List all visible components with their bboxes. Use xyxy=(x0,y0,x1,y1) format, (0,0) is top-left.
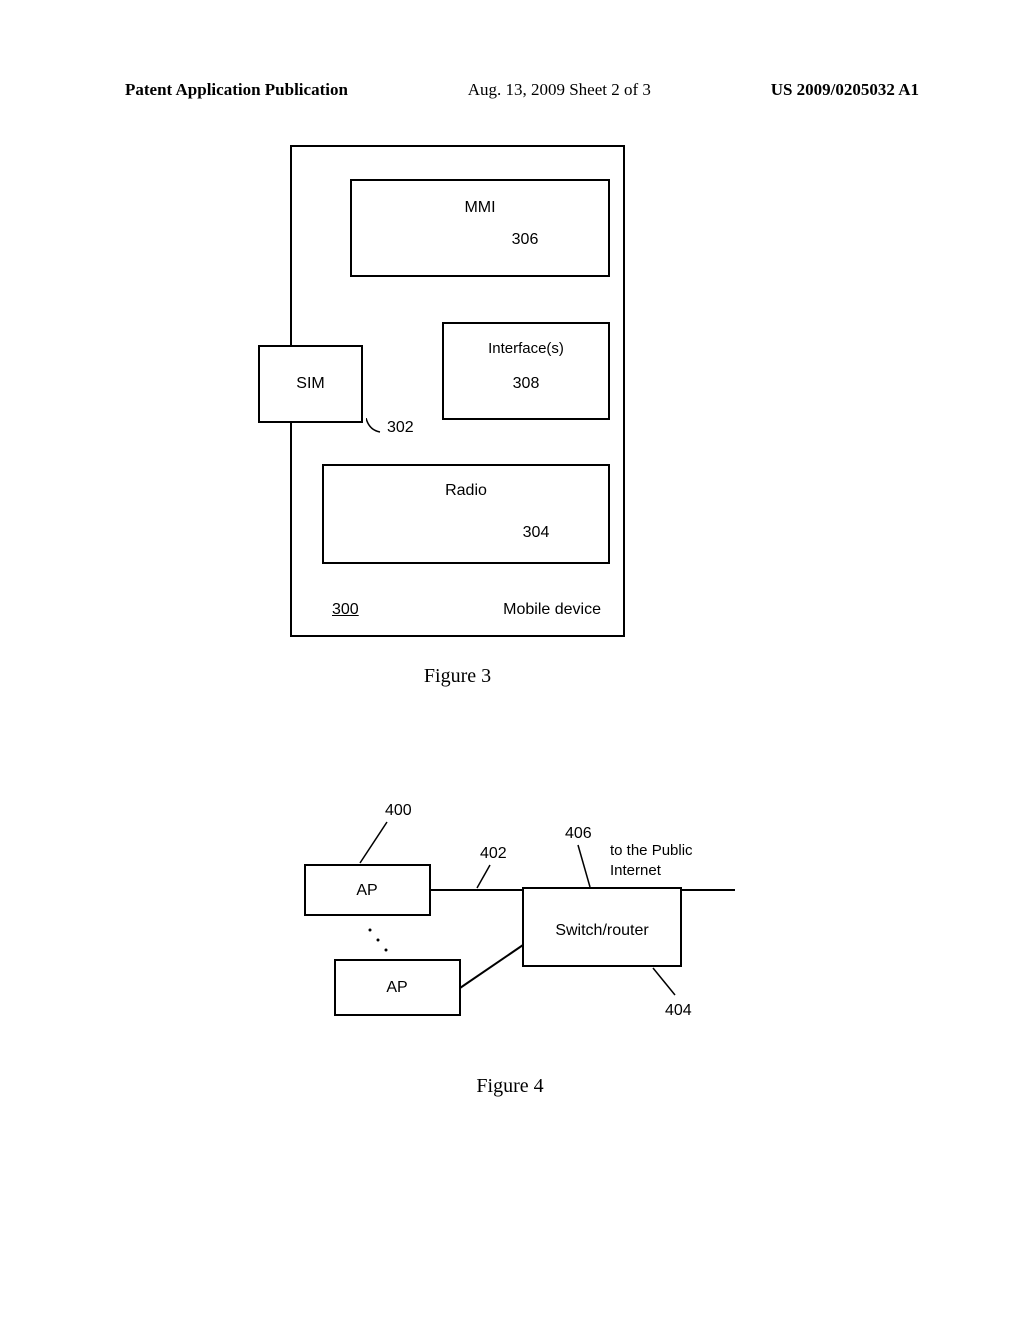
radio-ref: 304 xyxy=(464,524,608,542)
ap1-label: AP xyxy=(356,882,377,899)
mmi-label: MMI xyxy=(352,199,608,217)
mmi-ref: 306 xyxy=(442,231,608,249)
figure-4-diagram: AP 400 AP Switch/router 402 406 to the P… xyxy=(275,790,745,1040)
device-label: Mobile device xyxy=(503,601,601,619)
header-publication: Patent Application Publication xyxy=(125,80,348,100)
sim-block: SIM xyxy=(258,345,363,423)
switch-ref: 404 xyxy=(665,1002,692,1019)
radio-label: Radio xyxy=(324,482,608,500)
ellipsis-dot xyxy=(385,949,388,952)
switch-label: Switch/router xyxy=(555,922,649,939)
radio-block: Radio 304 xyxy=(322,464,610,564)
internet-label-1: to the Public xyxy=(610,842,693,859)
ap1-leader-line xyxy=(360,822,387,863)
figure-4-caption: Figure 4 xyxy=(275,1075,745,1098)
interfaces-block: Interface(s) 308 xyxy=(442,322,610,420)
interfaces-ref: 308 xyxy=(444,375,608,393)
internet-label-2: Internet xyxy=(610,862,662,879)
mobile-device-block: MMI 306 Interface(s) 308 SIM 302 Radio 3… xyxy=(290,145,625,637)
figure-3-caption: Figure 3 xyxy=(290,665,625,688)
sim-leader-line xyxy=(366,418,386,436)
link-402-ref: 402 xyxy=(480,845,507,862)
page-header: Patent Application Publication Aug. 13, … xyxy=(0,80,1024,100)
link-406-ref: 406 xyxy=(565,825,592,842)
ellipsis-dot xyxy=(377,939,380,942)
figure-3: MMI 306 Interface(s) 308 SIM 302 Radio 3… xyxy=(290,145,625,688)
device-ref: 300 xyxy=(332,601,359,619)
switch-ref-leader xyxy=(653,968,675,995)
mmi-block: MMI 306 xyxy=(350,179,610,277)
header-patent-number: US 2009/0205032 A1 xyxy=(771,80,919,100)
header-date-sheet: Aug. 13, 2009 Sheet 2 of 3 xyxy=(468,80,651,100)
interfaces-label: Interface(s) xyxy=(444,340,608,357)
ellipsis-dot xyxy=(369,929,372,932)
link-406-leader xyxy=(578,845,590,887)
link-402-leader xyxy=(477,865,490,888)
sim-ref: 302 xyxy=(387,419,414,437)
ap2-label: AP xyxy=(386,979,407,996)
figure-4: AP 400 AP Switch/router 402 406 to the P… xyxy=(275,790,745,1098)
sim-label: SIM xyxy=(260,375,361,393)
ap2-switch-link xyxy=(460,945,523,988)
ap1-ref: 400 xyxy=(385,802,412,819)
